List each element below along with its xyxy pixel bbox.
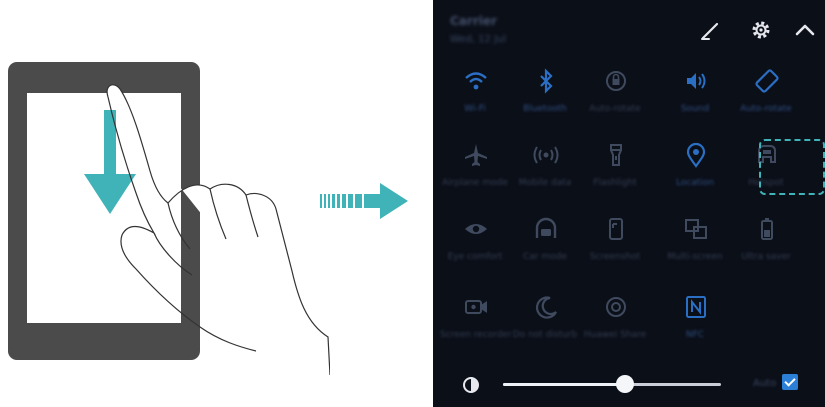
highlighted-tile-marker: [759, 139, 825, 195]
screen-recorder-icon: [465, 300, 487, 314]
toggle-tile-label: NFC: [685, 330, 705, 340]
toggle-tile[interactable]: Wi-Fi: [440, 62, 510, 128]
toggle-tile[interactable]: Car mode: [510, 210, 580, 276]
moon-icon: [535, 296, 557, 319]
date-text: Wed, 12 Jul: [450, 34, 507, 45]
toggle-tile[interactable]: Location: [660, 136, 730, 202]
rotate-icon: [755, 69, 779, 93]
toggle-tile-label: Car mode: [523, 252, 567, 262]
toggle-tile-label: Auto-rotate: [589, 104, 641, 114]
share-icon: [606, 297, 626, 317]
gear-icon[interactable]: [749, 18, 773, 42]
toggle-tile[interactable]: Auto-rotate: [731, 62, 801, 128]
car-mode-icon: [535, 217, 557, 238]
carrier-name: Carrier: [450, 14, 497, 28]
flashlight-icon: [610, 144, 622, 166]
airplane-icon: [465, 144, 487, 166]
quick-settings-panel: Carrier Wed, 12 Jul Wi-Fi Bluetooth Auto-r…: [433, 0, 825, 407]
toggle-tile[interactable]: Sound: [660, 62, 730, 128]
toggle-tile[interactable]: Auto-rotate: [580, 62, 650, 128]
toggle-tile-label: Multi-screen: [667, 252, 723, 262]
toggle-tile-label: Bluetooth: [523, 104, 567, 114]
toggle-tile-label: Auto-rotate: [740, 104, 792, 114]
brightness-slider-thumb[interactable]: [616, 375, 635, 393]
toggle-tile[interactable]: NFC: [660, 288, 730, 354]
toggle-tile-label: Do not disturb: [512, 330, 578, 340]
toggle-tile-label: Ultra saver: [741, 252, 791, 262]
eye-comfort-icon: [465, 224, 487, 234]
toggle-tile-label: Location: [675, 178, 715, 188]
brightness-slider-fill: [503, 383, 626, 386]
battery-saver-icon: [761, 218, 773, 240]
toggle-tile[interactable]: Do not disturb: [510, 288, 580, 354]
toggle-tile[interactable]: Flashlight: [580, 136, 650, 202]
toggle-tile[interactable]: Huawei Share: [580, 288, 650, 354]
mobile-data-icon: [533, 146, 559, 164]
toggle-tile[interactable]: Multi-screen: [660, 210, 730, 276]
screenshot-icon: [609, 218, 623, 240]
bluetooth-icon: [540, 68, 553, 94]
auto-brightness-label: Auto: [753, 378, 777, 389]
nfc-icon: [686, 296, 706, 318]
toggle-tile[interactable]: Screen recorder: [440, 288, 512, 354]
toggle-tile-label: Airplane mode: [442, 178, 508, 188]
rotate-lock-icon: [606, 71, 626, 91]
chevron-up-icon[interactable]: [793, 18, 817, 42]
wifi-icon: [465, 72, 487, 90]
location-icon: [686, 142, 706, 168]
brightness-icon: [463, 377, 479, 393]
toggle-tile-label: Flashlight: [593, 178, 637, 188]
toggle-tile[interactable]: Airplane mode: [440, 136, 510, 202]
toggle-tile-label: Screen recorder: [440, 330, 512, 340]
toggle-tile[interactable]: Ultra saver: [731, 210, 801, 276]
multi-screen-icon: [685, 219, 707, 239]
auto-brightness-checkbox[interactable]: [782, 374, 798, 390]
sound-icon: [687, 73, 706, 89]
transition-arrow-icon: [320, 183, 408, 219]
toggle-tile[interactable]: Eye comfort: [440, 210, 510, 276]
toggle-tile[interactable]: Screenshot: [580, 210, 650, 276]
toggle-tile[interactable]: Mobile data: [510, 136, 580, 202]
toggle-tile-label: Sound: [680, 104, 710, 114]
edit-icon[interactable]: [699, 18, 723, 42]
toggle-tile-label: Wi-Fi: [464, 104, 486, 114]
toggle-tile-label: Huawei Share: [583, 330, 647, 340]
toggle-tile-label: Screenshot: [589, 252, 641, 262]
toggle-tile[interactable]: Bluetooth: [510, 62, 580, 128]
hand-icon: [106, 84, 330, 375]
toggle-tile-label: Mobile data: [518, 178, 572, 188]
swipe-illustration: [0, 0, 330, 407]
toggle-tile-label: Eye comfort: [447, 252, 503, 262]
